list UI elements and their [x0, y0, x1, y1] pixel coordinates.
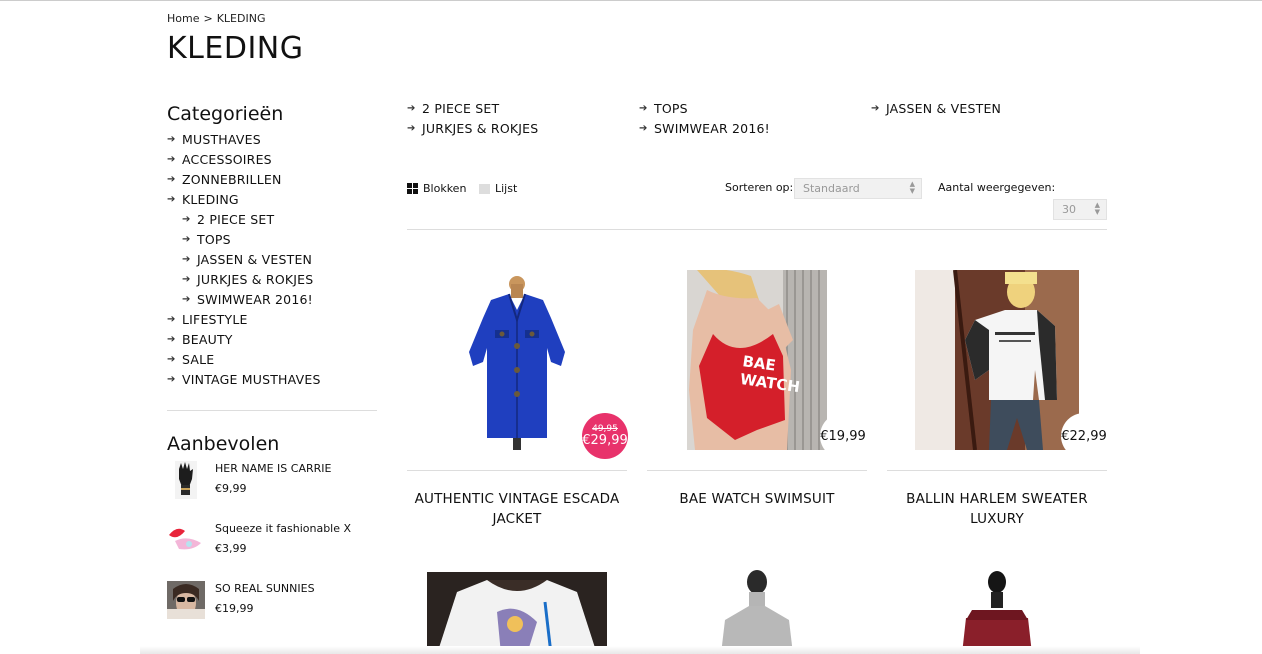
arrow-right-icon: ➔ [167, 353, 176, 365]
arrow-right-icon: ➔ [167, 133, 176, 145]
arrow-right-icon: ➔ [639, 123, 648, 134]
product-price: €22,99 [1061, 428, 1107, 444]
category-item[interactable]: ➔ ACCESSOIRES [167, 149, 387, 169]
sort-arrows-icon: ▲ ▼ [909, 180, 915, 195]
arrow-right-icon: ➔ [167, 193, 176, 205]
sort-label: Sorteren op: [725, 181, 794, 194]
arrow-right-icon: ➔ [167, 173, 176, 185]
product-title[interactable]: AUTHENTIC VINTAGE ESCADA JACKET [407, 489, 627, 529]
product-divider [647, 470, 867, 471]
category-item[interactable]: ➔ MUSTHAVES [167, 129, 387, 149]
category-item[interactable]: ➔ LIFESTYLE [167, 309, 387, 329]
sale-price-badge: 49,95 €29,99 [582, 413, 628, 459]
product-title[interactable]: BAE WATCH SWIMSUIT [647, 489, 867, 509]
breadcrumb: Home > KLEDING [167, 12, 269, 25]
recommended-item-price: €19,99 [215, 602, 254, 615]
recommended-heading: Aanbevolen [167, 433, 280, 455]
category-item[interactable]: ➔ ZONNEBRILLEN [167, 169, 387, 189]
subcategory-item[interactable]: ➔ JURKJES & ROKJES [167, 269, 387, 289]
recommended-item-name[interactable]: SO REAL SUNNIES [215, 582, 315, 595]
glove-thumbnail[interactable] [167, 461, 205, 499]
recommended-item-name[interactable]: Squeeze it fashionable X [215, 522, 351, 535]
price-badge: €22,99 [1061, 413, 1107, 459]
arrow-right-icon: ➔ [167, 373, 176, 385]
arrow-right-icon: ➔ [167, 333, 176, 345]
product-divider [407, 470, 627, 471]
arrow-right-icon: ➔ [167, 153, 176, 165]
product-image-tshirt[interactable] [427, 572, 607, 654]
squeeze-thumbnail[interactable] [167, 521, 205, 559]
count-arrows-icon: ▲ ▼ [1094, 201, 1100, 216]
subcategory-link-jurkjes-rokjes[interactable]: ➔ JURKJES & ROKJES [407, 121, 538, 136]
subcategory-link-swimwear[interactable]: ➔ SWIMWEAR 2016! [639, 121, 770, 136]
recommended-item[interactable]: Squeeze it fashionable X €3,99 [167, 521, 377, 561]
sidebar-divider [167, 410, 377, 411]
page-title: KLEDING [167, 31, 304, 66]
arrow-right-icon: ➔ [182, 293, 191, 305]
product-image-swimsuit[interactable]: BAE WATCH [687, 270, 827, 450]
product-image-turtleneck[interactable] [697, 570, 817, 654]
arrow-right-icon: ➔ [182, 273, 191, 285]
product-title[interactable]: BALLIN HARLEM SWEATER LUXURY [887, 489, 1107, 529]
subcategory-item[interactable]: ➔ SWIMWEAR 2016! [167, 289, 387, 309]
product-image-jacket[interactable] [447, 270, 587, 450]
view-list-toggle[interactable]: Lijst [479, 182, 517, 195]
arrow-right-icon: ➔ [407, 103, 416, 114]
grid-icon [407, 183, 418, 194]
recommended-item-name[interactable]: HER NAME IS CARRIE [215, 462, 331, 475]
category-list: ➔ MUSTHAVES ➔ ACCESSOIRES ➔ ZONNEBRILLEN ➔ K… [167, 129, 387, 389]
recommended-item-price: €3,99 [215, 542, 247, 555]
product-image-sweater[interactable] [915, 270, 1079, 450]
arrow-right-icon: ➔ [182, 233, 191, 245]
arrow-right-icon: ➔ [871, 103, 880, 114]
subcategory-item[interactable]: ➔ 2 PIECE SET [167, 209, 387, 229]
category-item[interactable]: ➔ SALE [167, 349, 387, 369]
category-item[interactable]: ➔ VINTAGE MUSTHAVES [167, 369, 387, 389]
list-icon [479, 183, 490, 194]
breadcrumb-current: KLEDING [216, 12, 266, 25]
arrow-right-icon: ➔ [407, 123, 416, 134]
breadcrumb-home-link[interactable]: Home [167, 12, 199, 25]
recommended-item[interactable]: SO REAL SUNNIES €19,99 [167, 581, 377, 621]
subcategory-link-tops[interactable]: ➔ TOPS [639, 101, 688, 116]
arrow-right-icon: ➔ [182, 213, 191, 225]
subcategory-link-jassen-vesten[interactable]: ➔ JASSEN & VESTEN [871, 101, 1001, 116]
product-price: €19,99 [820, 428, 866, 444]
arrow-right-icon: ➔ [167, 313, 176, 325]
arrow-right-icon: ➔ [639, 103, 648, 114]
toolbar-divider [407, 229, 1107, 230]
product-image-offshoulder[interactable] [952, 570, 1042, 654]
subcategory-link-2-piece-set[interactable]: ➔ 2 PIECE SET [407, 101, 499, 116]
subcategory-item[interactable]: ➔ TOPS [167, 229, 387, 249]
recommended-item-price: €9,99 [215, 482, 247, 495]
category-item[interactable]: ➔ KLEDING [167, 189, 387, 209]
subcategory-item[interactable]: ➔ JASSEN & VESTEN [167, 249, 387, 269]
recommended-item[interactable]: HER NAME IS CARRIE €9,99 [167, 461, 377, 501]
categories-heading: Categorieën [167, 103, 284, 125]
sort-select[interactable]: Standaard ▲ ▼ [794, 178, 922, 199]
sale-price: €29,99 [582, 433, 628, 448]
price-badge: €19,99 [820, 413, 866, 459]
sunnies-thumbnail[interactable] [167, 581, 205, 619]
category-item[interactable]: ➔ BEAUTY [167, 329, 387, 349]
view-grid-toggle[interactable]: Blokken [407, 182, 466, 195]
product-divider [887, 470, 1107, 471]
breadcrumb-separator: > [203, 12, 213, 25]
count-label: Aantal weergegeven: [938, 181, 1056, 194]
arrow-right-icon: ➔ [182, 253, 191, 265]
count-select[interactable]: 30 ▲ ▼ [1053, 199, 1107, 220]
